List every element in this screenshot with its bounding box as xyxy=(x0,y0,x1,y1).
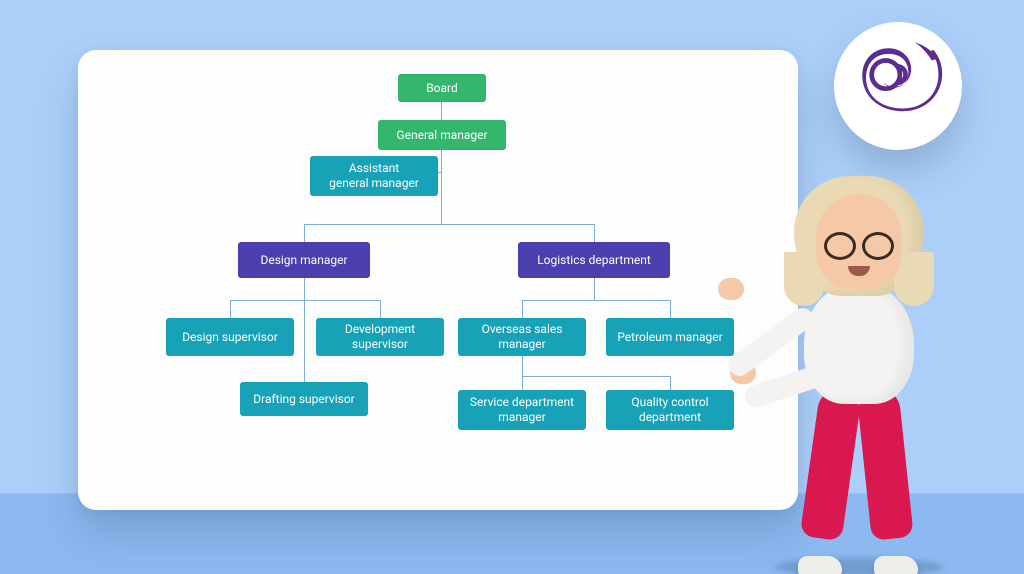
node-overseas-sales-manager: Overseas sales manager xyxy=(458,318,586,356)
connector xyxy=(304,278,305,300)
node-service-department-manager: Service department manager xyxy=(458,390,586,430)
connector xyxy=(441,102,442,120)
connector xyxy=(522,356,523,376)
connector xyxy=(304,224,594,225)
connector xyxy=(441,172,442,224)
org-chart-card: Board General manager Assistant general … xyxy=(78,50,798,510)
node-logistics-department: Logistics department xyxy=(518,242,670,278)
connector xyxy=(522,376,670,377)
connector xyxy=(594,224,595,242)
connector xyxy=(522,300,523,318)
node-drafting-supervisor: Drafting supervisor xyxy=(240,382,368,416)
connector xyxy=(230,300,231,318)
node-design-manager: Design manager xyxy=(238,242,370,278)
connector xyxy=(522,376,523,390)
connector xyxy=(522,300,670,301)
connector xyxy=(670,376,671,390)
node-quality-control-department: Quality control department xyxy=(606,390,734,430)
connector xyxy=(230,300,380,301)
blazor-logo-badge xyxy=(834,22,962,150)
node-development-supervisor: Development supervisor xyxy=(316,318,444,356)
connector xyxy=(304,300,305,382)
connector xyxy=(441,150,442,172)
blazor-logo-icon xyxy=(851,37,945,135)
connector xyxy=(594,278,595,300)
connector xyxy=(304,224,305,242)
connector xyxy=(380,300,381,318)
node-general-manager: General manager xyxy=(378,120,506,150)
node-petroleum-manager: Petroleum manager xyxy=(606,318,734,356)
connector xyxy=(670,300,671,318)
node-design-supervisor: Design supervisor xyxy=(166,318,294,356)
node-assistant-general-manager: Assistant general manager xyxy=(310,156,438,196)
node-board: Board xyxy=(398,74,486,102)
